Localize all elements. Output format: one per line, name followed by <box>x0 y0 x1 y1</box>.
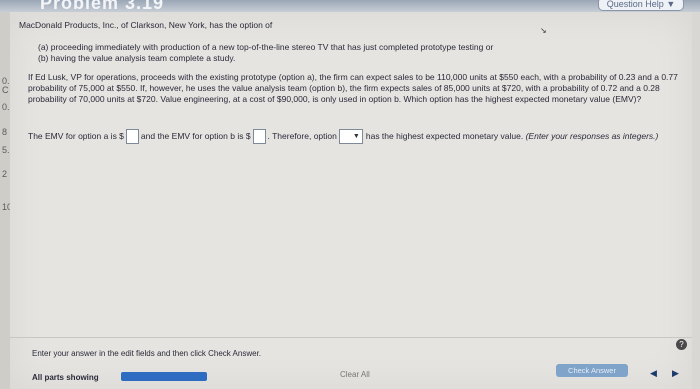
chevron-down-icon: ▼ <box>352 132 360 140</box>
edge-fragment: 2 <box>2 169 8 179</box>
question-panel <box>10 12 692 389</box>
edge-fragment: 0. <box>2 102 10 112</box>
left-edge-panel: C 0. 0. 8 5. 2 10 <box>0 12 12 389</box>
answer-line: The EMV for option a is $ and the EMV fo… <box>28 128 694 144</box>
status-text: All parts showing <box>32 373 99 382</box>
next-icon[interactable]: ▶ <box>672 368 679 379</box>
previous-icon[interactable]: ◀ <box>650 368 657 379</box>
check-answer-button[interactable]: Check Answer <box>556 364 628 377</box>
help-icon[interactable]: ? <box>676 339 687 350</box>
cursor-icon: ↘ <box>540 26 547 35</box>
answer-text-1: The EMV for option a is $ <box>28 131 124 141</box>
problem-paragraph: If Ed Lusk, VP for operations, proceeds … <box>28 72 678 104</box>
question-help-label: Question Help <box>606 0 664 9</box>
edge-fragment: 8 <box>2 127 8 137</box>
edge-fragment: C <box>2 85 9 95</box>
problem-intro: MacDonald Products, Inc., of Clarkson, N… <box>19 20 273 30</box>
answer-text-2: and the EMV for option b is $ <box>140 131 251 141</box>
emv-a-input[interactable] <box>125 128 139 144</box>
answer-hint: (Enter your responses as integers.) <box>525 131 659 141</box>
progress-bar <box>121 372 207 381</box>
answer-text-4: has the highest expected monetary value. <box>365 131 524 141</box>
answer-text-3: . Therefore, option <box>267 131 337 141</box>
edge-fragment: 5. <box>2 145 10 155</box>
footer-divider <box>10 337 692 338</box>
option-a-text: (a) proceeding immediately with producti… <box>38 42 494 52</box>
footer-instruction: Enter your answer in the edit fields and… <box>32 349 262 358</box>
question-help-button[interactable]: Question Help ▼ <box>598 0 684 11</box>
clear-all-button[interactable]: Clear All <box>340 370 370 379</box>
edge-fragment: 0. <box>2 76 10 86</box>
option-select[interactable]: ▼ <box>338 128 363 144</box>
option-b-text: (b) having the value analysis team compl… <box>38 53 236 63</box>
chevron-down-icon: ▼ <box>666 0 676 9</box>
emv-b-input[interactable] <box>252 128 266 144</box>
